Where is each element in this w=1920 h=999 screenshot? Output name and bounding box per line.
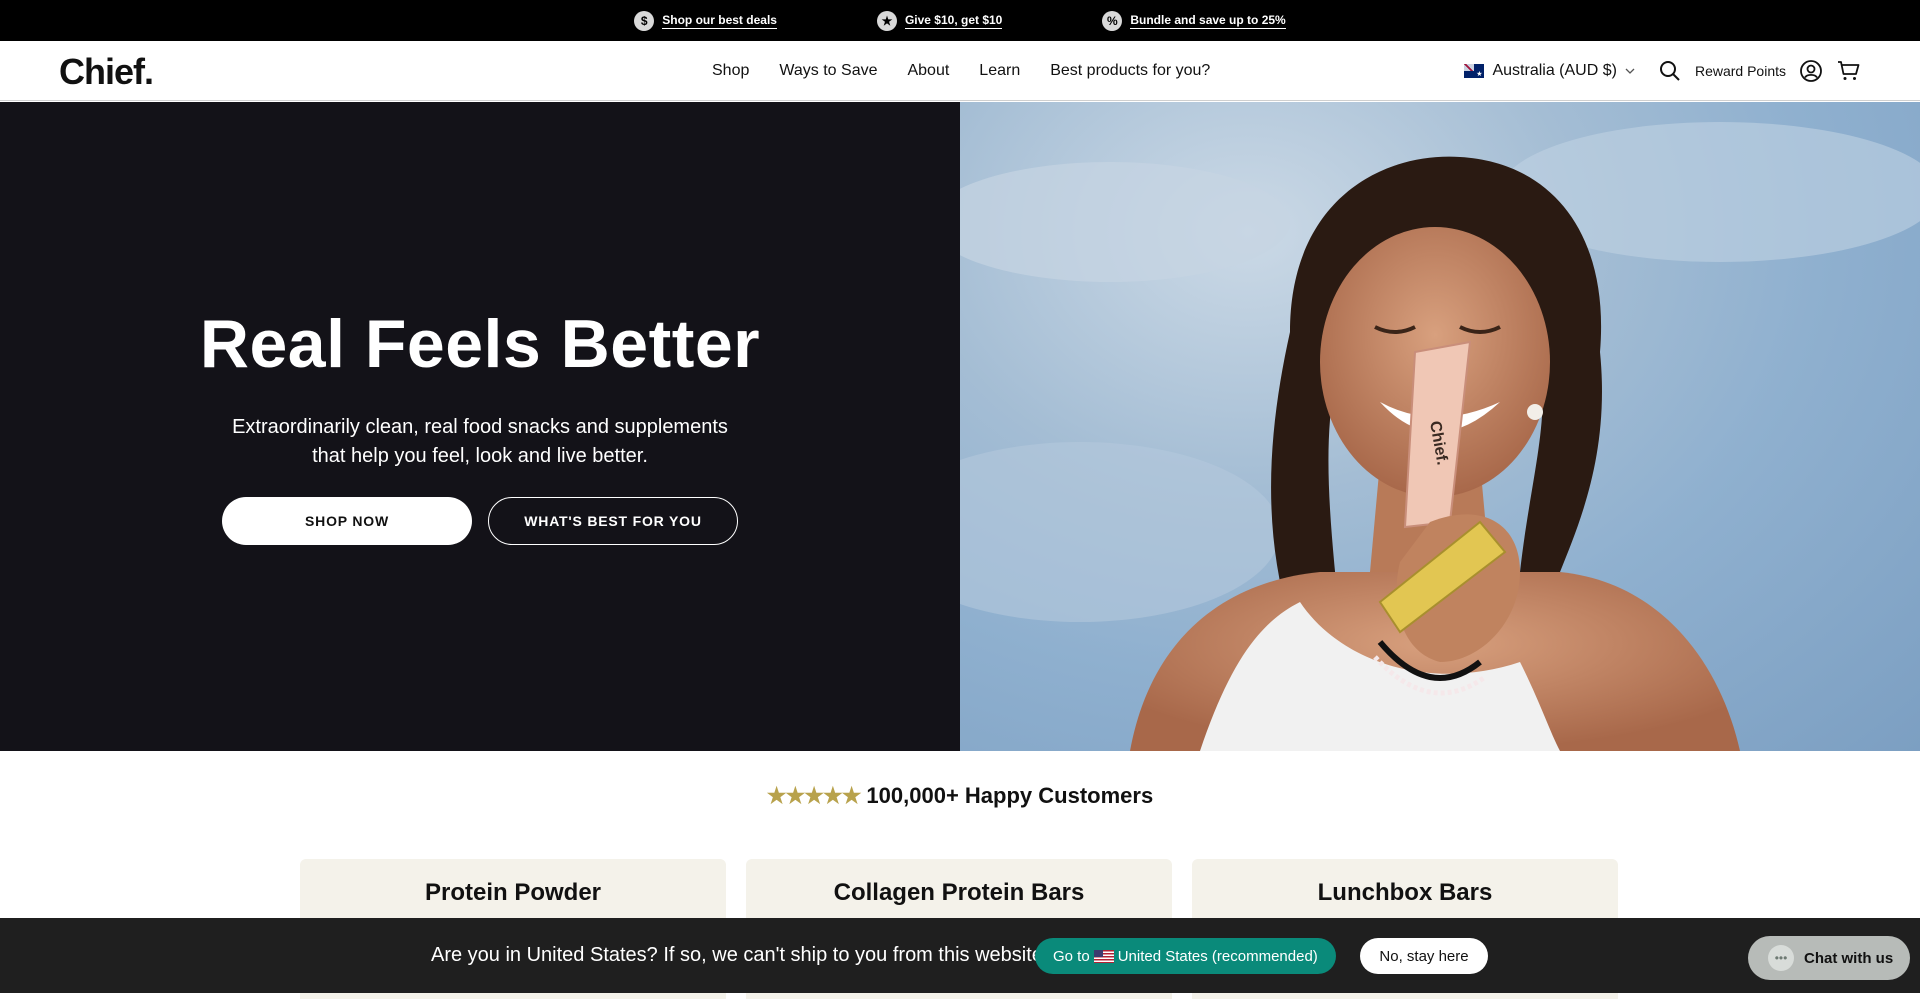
hero-subtitle: Extraordinarily clean, real food snacks …: [232, 416, 728, 467]
percent-icon: %: [1102, 10, 1123, 31]
country-selector[interactable]: Australia (AUD $): [1464, 62, 1635, 80]
announcement-bar: $ Shop our best deals ★ Give $10, get $1…: [0, 0, 1920, 41]
us-flag-icon: [1093, 949, 1114, 963]
header-actions: Australia (AUD $) Reward Points: [1464, 41, 1862, 101]
nav-ways-to-save[interactable]: Ways to Save: [779, 62, 877, 80]
nav-about[interactable]: About: [907, 62, 949, 80]
announcement-deals-label: Shop our best deals: [662, 12, 777, 29]
star-icon: ★: [876, 10, 897, 31]
go-prefix: Go to: [1053, 947, 1090, 965]
cart-icon[interactable]: [1836, 58, 1862, 84]
announcement-referral-label: Give $10, get $10: [904, 12, 1003, 29]
country-label: Australia (AUD $): [1492, 62, 1617, 79]
site-header: Chief. Shop Ways to Save About Learn Bes…: [0, 41, 1920, 101]
account-icon[interactable]: [1798, 58, 1824, 84]
chat-widget-button[interactable]: ••• Chat with us: [1748, 936, 1910, 980]
reviews-text: 100,000+ Happy Customers: [866, 783, 1154, 808]
announcement-referral-link[interactable]: ★ Give $10, get $10: [876, 10, 1003, 31]
rating-stars-icon: ★★★★★: [766, 783, 862, 808]
hero-title: Real Feels Better: [199, 306, 761, 382]
geo-question: Are you in United States? If so, we can'…: [431, 944, 1049, 966]
nav-best-products[interactable]: Best products for you?: [1050, 62, 1210, 80]
chevron-down-icon: [1625, 68, 1635, 74]
australia-flag-icon: [1464, 64, 1485, 78]
chat-label: Chat with us: [1804, 949, 1894, 967]
search-icon[interactable]: [1657, 58, 1683, 84]
announcement-deals-link[interactable]: $ Shop our best deals: [634, 10, 777, 31]
announcement-bundle-link[interactable]: % Bundle and save up to 25%: [1102, 10, 1286, 31]
logo[interactable]: Chief.: [59, 51, 154, 93]
dollar-icon: $: [634, 10, 655, 31]
nav-learn[interactable]: Learn: [979, 62, 1020, 80]
woman-eating-bar-illustration: Chief.: [960, 122, 1920, 751]
announcement-bundle-label: Bundle and save up to 25%: [1130, 12, 1286, 29]
reward-points-link[interactable]: Reward Points: [1695, 63, 1786, 79]
whats-best-button[interactable]: WHAT'S BEST FOR YOU: [488, 497, 738, 545]
chat-bubble-icon: •••: [1768, 945, 1794, 971]
hero-image: Chief.: [960, 102, 1920, 751]
go-to-us-button[interactable]: Go to United States (recommended): [1035, 938, 1336, 974]
shop-now-button[interactable]: SHOP NOW: [222, 497, 472, 545]
stay-here-button[interactable]: No, stay here: [1360, 938, 1488, 974]
nav-shop[interactable]: Shop: [712, 62, 749, 80]
reviews-summary: ★★★★★ 100,000+ Happy Customers: [0, 783, 1920, 809]
geolocation-banner: Are you in United States? If so, we can'…: [0, 918, 1920, 993]
go-label: United States (recommended): [1117, 947, 1318, 965]
main-nav: Shop Ways to Save About Learn Best produ…: [712, 41, 1210, 101]
